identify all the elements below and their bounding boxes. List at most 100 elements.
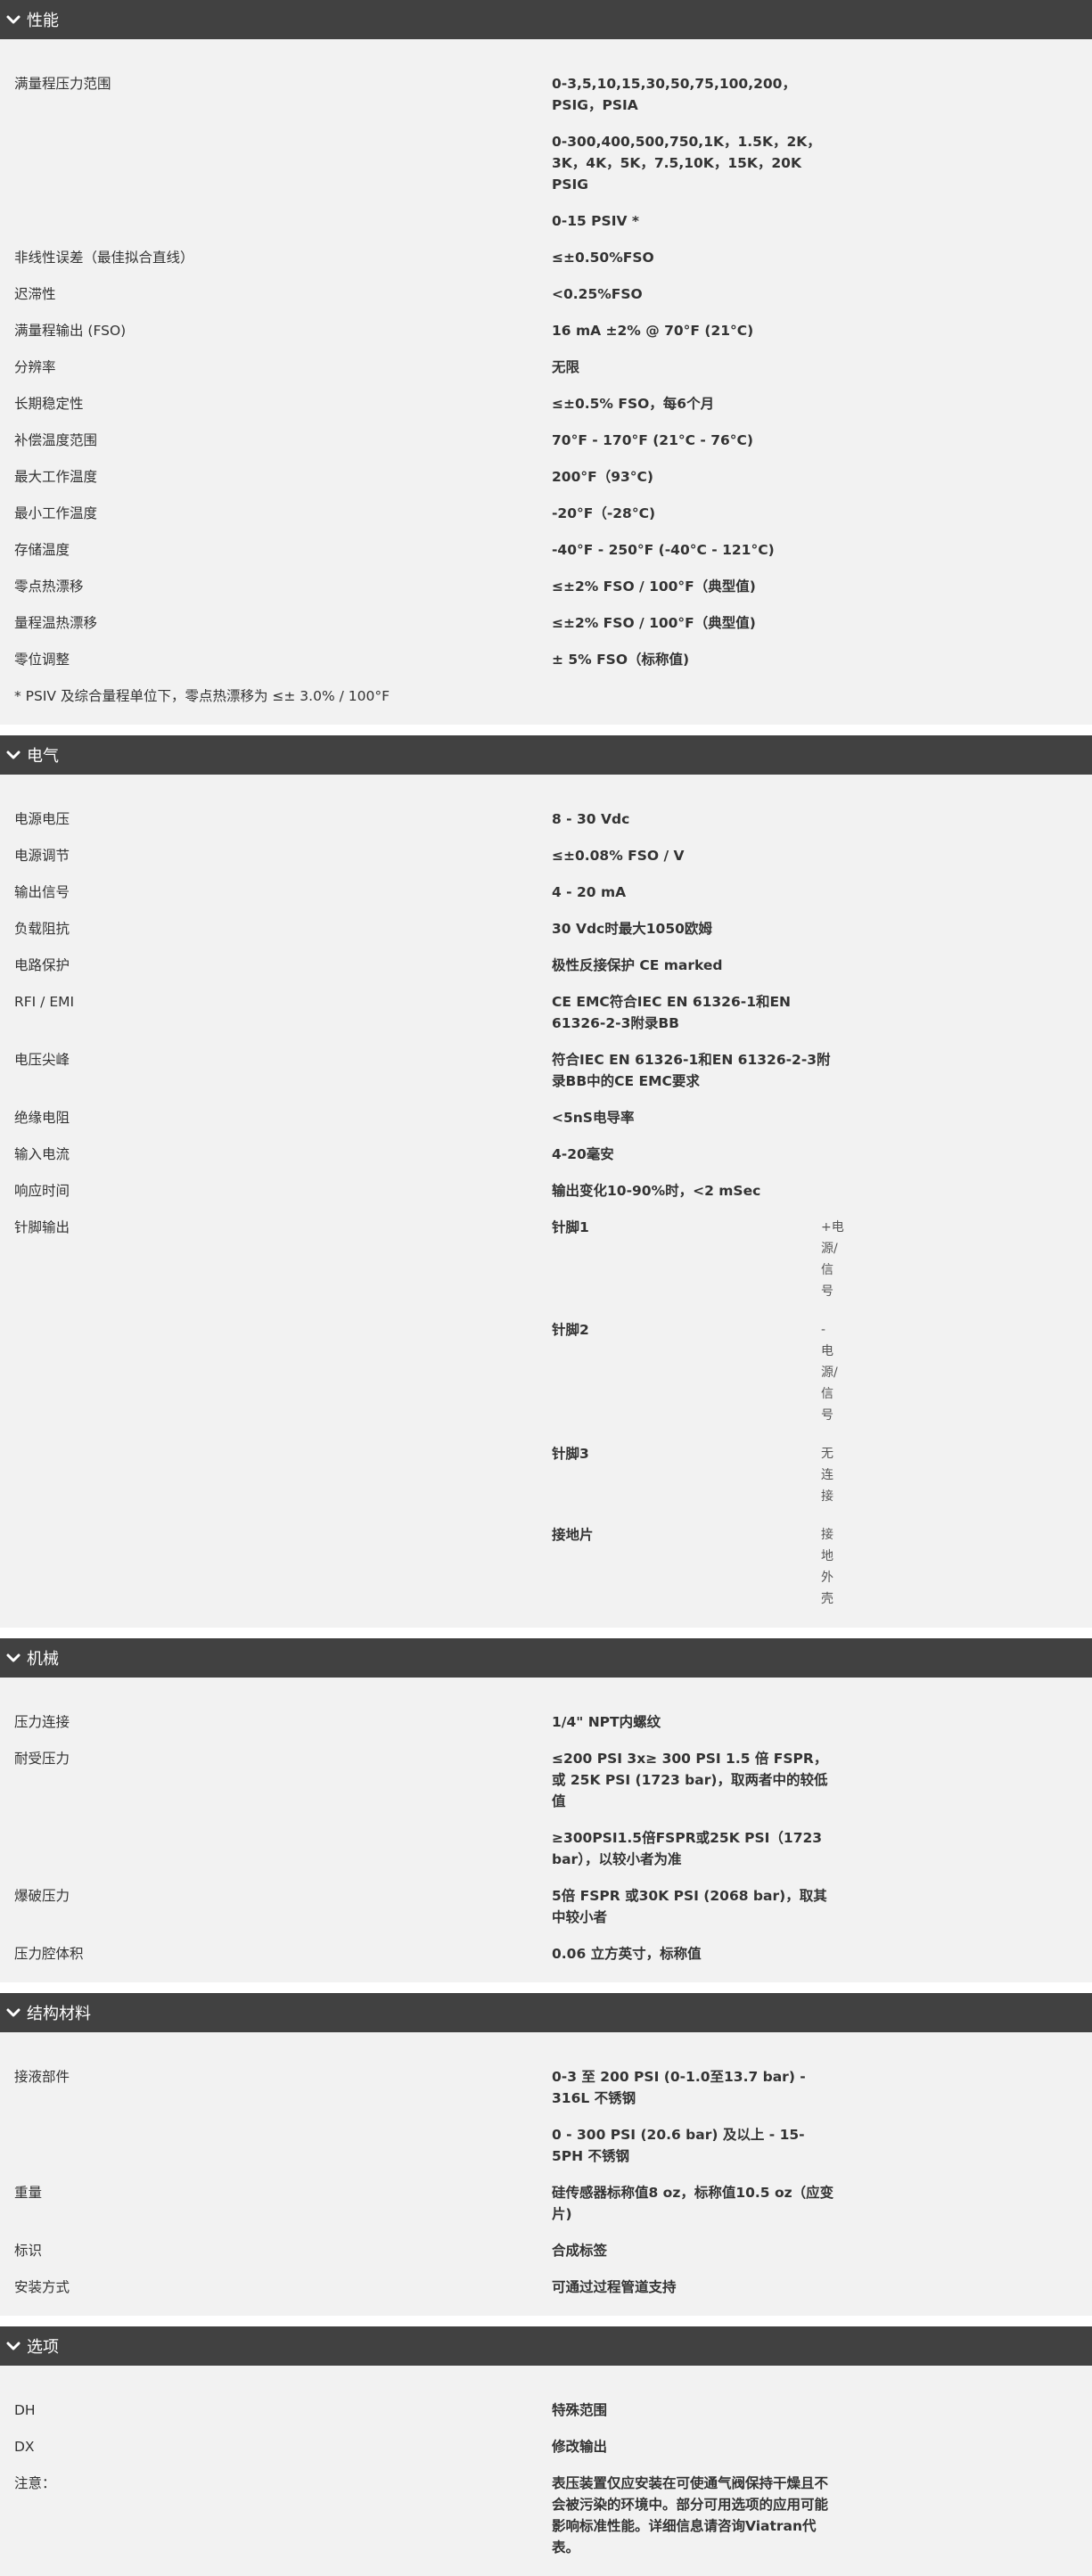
spec-value: 200°F（93°C): [552, 469, 653, 485]
section-title: 电气: [27, 747, 59, 766]
spec-row: 满量程输出 (FSO) 16 mA ±2% @ 70°F (21°C): [14, 320, 1078, 341]
section-body: 满量程压力范围 0-3,5,10,15,30,50,75,100,200，PSIG…: [0, 39, 1092, 725]
spec-value: ≤±0.08% FSO / V: [552, 848, 685, 864]
spec-label: 爆破压力: [14, 1888, 70, 1904]
spec-value: 无限: [552, 359, 580, 375]
spec-row: RFI / EMI CE EMC符合IEC EN 61326-1和EN 61326…: [14, 991, 1078, 1034]
spec-label: 满量程输出 (FSO): [14, 323, 127, 339]
spec-section: 选项 DH 特殊范围 DX 修改输出注意： 表压装置仅应安装在可使通气阀保持干燥且不会被污…: [0, 2326, 1092, 2576]
spec-row: 输入电流 4-20毫安: [14, 1144, 1078, 1165]
spec-value: ≤±2% FSO / 100°F（典型值): [552, 615, 756, 631]
spec-value: 合成标签: [552, 2243, 608, 2259]
spec-label: 最小工作温度: [14, 505, 98, 521]
spec-row: 电路保护 极性反接保护 CE marked: [14, 955, 1078, 976]
spec-value: 特殊范围: [552, 2402, 608, 2418]
spec-value: 70°F - 170°F (21°C - 76°C): [552, 432, 754, 448]
spec-row: DH 特殊范围: [14, 2400, 1078, 2421]
spec-value: ≤±0.50%FSO: [552, 250, 654, 266]
spec-value: 修改输出: [552, 2439, 608, 2455]
spec-row: 安装方式 可通过过程管道支持: [14, 2277, 1078, 2298]
spec-row: 补偿温度范围 70°F - 170°F (21°C - 76°C): [14, 430, 1078, 451]
spec-row: 绝缘电阻 <5nS电导率: [14, 1107, 1078, 1128]
spec-label: 输入电流: [14, 1146, 70, 1162]
section-body: DH 特殊范围 DX 修改输出注意： 表压装置仅应安装在可使通气阀保持干燥且不会被污染的…: [0, 2366, 1092, 2576]
spec-values: 可通过过程管道支持: [552, 2277, 835, 2298]
spec-label: 长期稳定性: [14, 396, 84, 412]
spec-values: CE EMC符合IEC EN 61326-1和EN 61326-2-3附录BB: [552, 991, 835, 1034]
spec-value: 5倍 FSPR 或30K PSI (2068 bar)，取其中较小者: [552, 1888, 827, 1925]
pin-description: +电源/信号: [821, 1220, 844, 1299]
section-header-toggle[interactable]: 结构材料: [0, 1993, 1092, 2032]
spec-value: 输出变化10-90%时，<2 mSec: [552, 1183, 761, 1199]
spec-label: 安装方式: [14, 2279, 70, 2295]
spec-values: ≤±0.50%FSO: [552, 247, 835, 268]
spec-value: 0-300,400,500,750,1K，1.5K，2K，3K，4K，5K，7.…: [552, 134, 821, 193]
spec-row: 零位调整 ± 5% FSO（标称值): [14, 649, 1078, 670]
spec-row: 存储温度 -40°F - 250°F (-40°C - 121°C): [14, 539, 1078, 561]
spec-values: <0.25%FSO: [552, 283, 835, 305]
spec-values: 16 mA ±2% @ 70°F (21°C): [552, 320, 835, 341]
spec-label: 零点热漂移: [14, 578, 84, 595]
chevron-down-icon: [4, 745, 23, 765]
section-header-toggle[interactable]: 电气: [0, 735, 1092, 775]
spec-value: 极性反接保护 CE marked: [552, 957, 723, 973]
pin-description: 无连接: [821, 1447, 833, 1504]
spec-values: 0-3 至 200 PSI (0-1.0至13.7 bar) - 316L 不锈…: [552, 2066, 835, 2167]
spec-label: 重量: [14, 2185, 43, 2201]
spec-label: 绝缘电阻: [14, 1110, 70, 1126]
pin-name: 针脚1: [552, 1219, 589, 1235]
spec-values: 1/4" NPT内螺纹: [552, 1711, 835, 1733]
spec-label: 最大工作温度: [14, 469, 98, 485]
section-header-toggle[interactable]: 选项: [0, 2326, 1092, 2366]
spec-values: 70°F - 170°F (21°C - 76°C): [552, 430, 835, 451]
spec-values: ≤±0.5% FSO，每6个月: [552, 393, 835, 414]
section-body: 压力连接 1/4" NPT内螺纹耐受压力 ≤200 PSI 3x≥ 300 PSI …: [0, 1678, 1092, 1982]
pin-row: 针脚3 无连接: [552, 1443, 835, 1507]
spec-row: 针脚输出 针脚1 +电源/信号 针脚2 - 电源/信号 针脚3 无连接 接地片 接地外壳: [14, 1217, 1078, 1610]
pin-row: 针脚1 +电源/信号: [552, 1217, 844, 1302]
spec-row: 压力连接 1/4" NPT内螺纹: [14, 1711, 1078, 1733]
spec-value: 硅传感器标称值8 oz，标称值10.5 oz（应变片): [552, 2185, 834, 2222]
spec-page: 性能满量程压力范围 0-3,5,10,15,30,50,75,100,200，PS…: [0, 0, 1092, 2576]
spec-label: 接液部件: [14, 2069, 70, 2085]
spec-row: 分辨率 无限: [14, 357, 1078, 378]
spec-values: ≤±0.08% FSO / V: [552, 845, 835, 866]
spec-label: 注意：: [14, 2475, 56, 2491]
spec-value: <0.25%FSO: [552, 286, 643, 302]
spec-values: ± 5% FSO（标称值): [552, 649, 835, 670]
spec-row: 满量程压力范围 0-3,5,10,15,30,50,75,100,200，PSIG…: [14, 73, 1078, 232]
spec-row: 爆破压力 5倍 FSPR 或30K PSI (2068 bar)，取其中较小者: [14, 1885, 1078, 1928]
spec-label: 分辨率: [14, 359, 56, 375]
spec-row: 响应时间 输出变化10-90%时，<2 mSec: [14, 1180, 1078, 1202]
spec-value: 4 - 20 mA: [552, 884, 627, 900]
spec-values: <5nS电导率: [552, 1107, 835, 1128]
spec-label: 负载阻抗: [14, 921, 70, 937]
section-header-toggle[interactable]: 机械: [0, 1638, 1092, 1678]
spec-label: 电源电压: [14, 811, 70, 827]
spec-values: 0-3,5,10,15,30,50,75,100,200，PSIG，PSIA 0-…: [552, 73, 835, 232]
spec-label: 电源调节: [14, 848, 70, 864]
spec-label: 零位调整: [14, 652, 70, 668]
chevron-down-icon: [4, 10, 23, 29]
pin-description: 接地外壳: [821, 1528, 833, 1606]
spec-label: 响应时间: [14, 1183, 70, 1199]
spec-values: 0.06 立方英寸，标称值: [552, 1943, 835, 1965]
spec-values: 表压装置仅应安装在可使通气阀保持干燥且不会被污染的环境中。部分可用选项的应用可能…: [552, 2473, 835, 2558]
spec-row: 耐受压力 ≤200 PSI 3x≥ 300 PSI 1.5 倍 FSPR，或 25…: [14, 1748, 1078, 1870]
spec-section: 结构材料接液部件 0-3 至 200 PSI (0-1.0至13.7 bar) -…: [0, 1993, 1092, 2316]
pin-description: - 电源/信号: [821, 1323, 838, 1423]
section-body: 电源电压 8 - 30 Vdc 电源调节 ≤±0.08% FSO / V 输出信号 4 -…: [0, 775, 1092, 1628]
chevron-down-icon: [4, 2003, 23, 2022]
spec-value: 符合IEC EN 61326-1和EN 61326-2-3附录BB中的CE EM…: [552, 1052, 831, 1089]
section-header-toggle[interactable]: 性能: [0, 0, 1092, 39]
spec-label: DX: [14, 2439, 35, 2455]
spec-value: 表压装置仅应安装在可使通气阀保持干燥且不会被污染的环境中。部分可用选项的应用可能…: [552, 2475, 829, 2555]
section-title: 机械: [27, 1650, 59, 1669]
spec-value: ≤200 PSI 3x≥ 300 PSI 1.5 倍 FSPR，或 25K PS…: [552, 1751, 828, 1809]
spec-value: ≤±2% FSO / 100°F（典型值): [552, 578, 756, 595]
spec-values: 30 Vdc时最大1050欧姆: [552, 918, 835, 939]
spec-values: 特殊范围: [552, 2400, 835, 2421]
section-title: 结构材料: [27, 2005, 91, 2023]
spec-value: -20°F（-28°C): [552, 505, 656, 521]
spec-values: 符合IEC EN 61326-1和EN 61326-2-3附录BB中的CE EM…: [552, 1049, 835, 1092]
